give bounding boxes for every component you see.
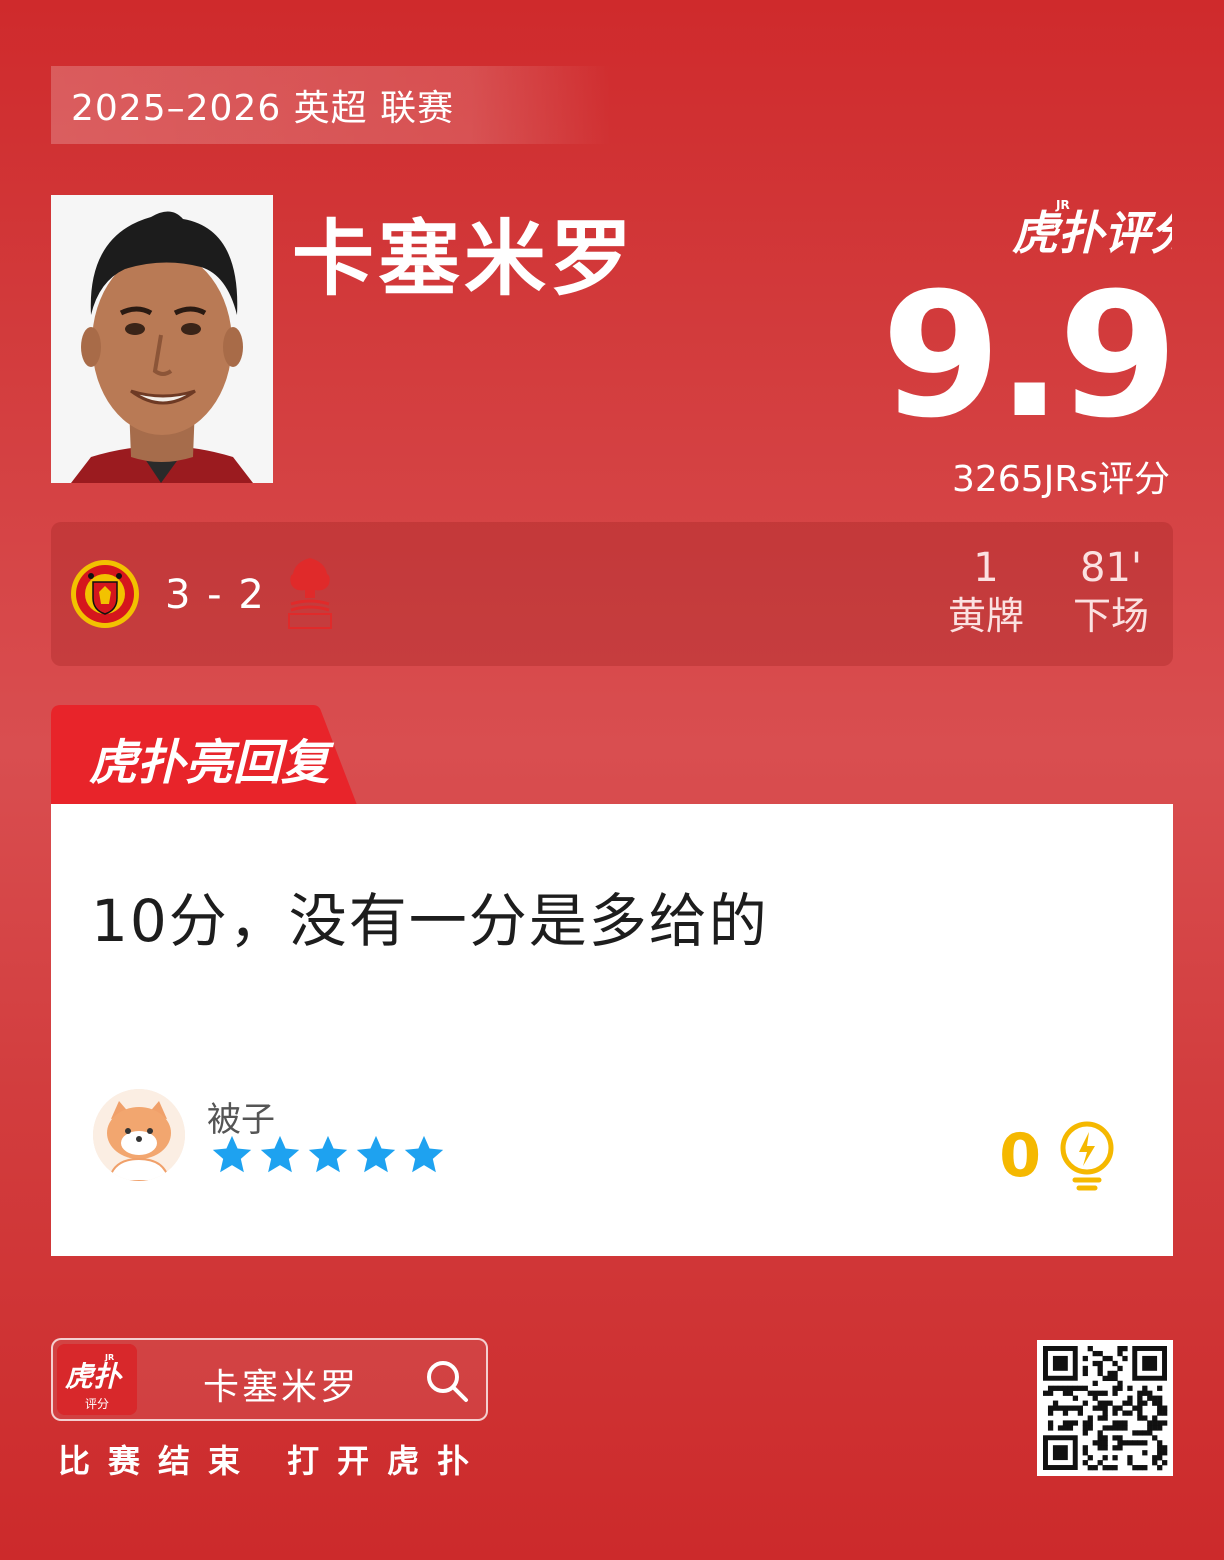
star-icon bbox=[308, 1135, 348, 1173]
star-icon bbox=[356, 1135, 396, 1173]
like-button[interactable]: 0 bbox=[999, 1120, 1119, 1192]
avatar[interactable] bbox=[93, 1089, 185, 1181]
svg-text:评分: 评分 bbox=[85, 1397, 109, 1411]
search-query: 卡塞米罗 bbox=[203, 1367, 360, 1408]
comment-card: 10分，没有一分是多给的 被子 0 bbox=[51, 804, 1173, 1256]
star-icon bbox=[404, 1135, 444, 1173]
player-name: 卡塞米罗 bbox=[292, 212, 637, 307]
search-bar[interactable]: 虎扑 JR 评分 卡塞米罗 bbox=[51, 1338, 488, 1421]
star-rating bbox=[209, 1132, 447, 1178]
hot-reply-tab: 虎扑亮回复 bbox=[51, 705, 361, 805]
like-count: 0 bbox=[999, 1121, 1041, 1191]
svg-text:虎扑: 虎扑 bbox=[65, 1360, 123, 1393]
footer-cta: 比赛结束 打开虎扑 bbox=[58, 1442, 488, 1480]
nottingham-forest-crest-icon bbox=[285, 556, 335, 632]
rating-count: 3265JRs评分 bbox=[951, 459, 1170, 500]
svg-text:JR: JR bbox=[1055, 198, 1070, 212]
rating-score: 9.9 bbox=[881, 255, 1178, 456]
hupu-app-icon: 虎扑 JR 评分 bbox=[57, 1344, 137, 1415]
lightbulb-icon bbox=[1060, 1121, 1114, 1191]
star-icon bbox=[260, 1135, 300, 1173]
substituted-value: 81' bbox=[1080, 545, 1142, 591]
match-score: 3 - 2 bbox=[165, 572, 266, 618]
yellow-cards-label: 黄牌 bbox=[947, 594, 1024, 638]
search-icon[interactable] bbox=[424, 1358, 470, 1404]
star-icon bbox=[212, 1135, 252, 1173]
stat-substituted: 81' 下场 bbox=[1061, 546, 1161, 640]
season-label: 2025–2026 英超 联赛 bbox=[51, 66, 611, 144]
svg-text:JR: JR bbox=[104, 1353, 114, 1362]
yellow-cards-value: 1 bbox=[973, 545, 999, 591]
comment-text: 10分，没有一分是多给的 bbox=[91, 887, 769, 955]
brand-text: 虎扑评分 bbox=[1012, 206, 1172, 257]
match-summary: 3 - 2 1 黄牌 81' 下场 bbox=[51, 522, 1173, 666]
substituted-label: 下场 bbox=[1072, 594, 1149, 638]
hupu-rating-logo: 虎扑评分 JR bbox=[1012, 195, 1201, 260]
manchester-united-crest-icon bbox=[69, 558, 141, 630]
qr-code bbox=[1037, 1340, 1173, 1476]
stat-yellow-cards: 1 黄牌 bbox=[936, 546, 1036, 640]
player-photo bbox=[51, 195, 273, 483]
hot-reply-label: 虎扑亮回复 bbox=[89, 735, 335, 791]
